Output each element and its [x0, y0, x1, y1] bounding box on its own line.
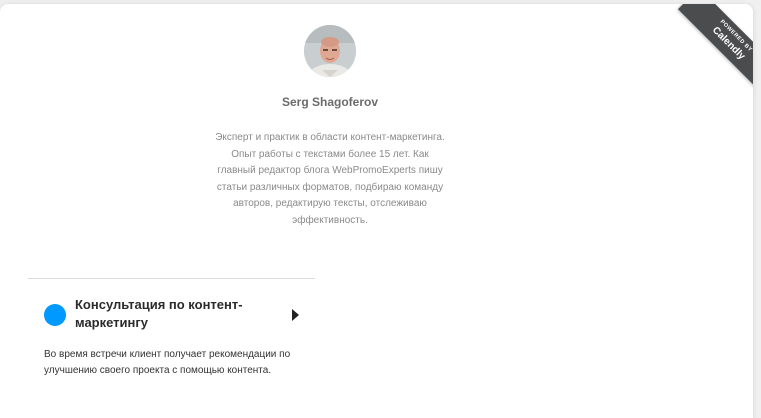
chevron-right-icon — [292, 309, 299, 321]
divider — [28, 278, 315, 279]
booking-card: Serg Shagoferov Эксперт и практик в обла… — [0, 4, 753, 418]
powered-by-badge[interactable]: POWERED BY Calendly — [665, 4, 753, 92]
calendly-ribbon[interactable]: POWERED BY Calendly — [677, 4, 753, 92]
avatar-photo — [304, 25, 356, 77]
event-color-dot — [44, 304, 66, 326]
profile-bio: Эксперт и практик в области контент-марк… — [215, 132, 445, 226]
profile-name: Serg Shagoferov — [281, 95, 379, 109]
event-type-consultation[interactable]: Консультация по контент-маркетингу — [44, 296, 304, 336]
avatar — [304, 25, 356, 77]
event-title: Консультация по контент-маркетингу — [75, 297, 243, 330]
event-description: Во время встречи клиент получает рекомен… — [44, 349, 291, 376]
